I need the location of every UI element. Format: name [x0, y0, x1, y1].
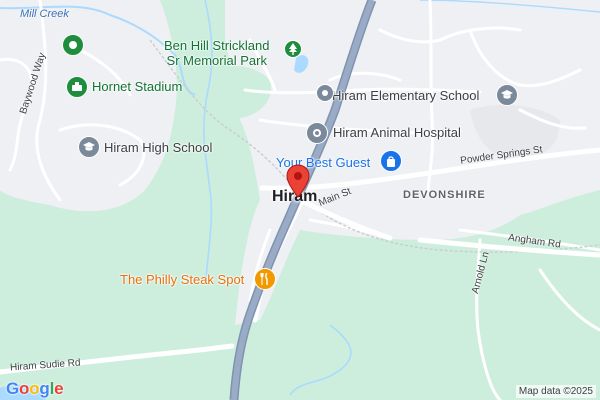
school-icon[interactable] [496, 84, 518, 106]
poi-ben-hill-park[interactable]: Ben Hill Strickland Sr Memorial Park [164, 38, 270, 68]
restaurant-icon[interactable] [254, 268, 276, 290]
poi-hiram-elementary-label[interactable]: Hiram Elementary School [332, 88, 479, 103]
logo-letter: g [39, 379, 50, 398]
stadium-icon[interactable] [66, 76, 88, 98]
poi-philly-steak-label[interactable]: The Philly Steak Spot [120, 272, 244, 287]
neighborhood-label: DEVONSHIRE [403, 189, 486, 201]
logo-letter: o [19, 379, 30, 398]
logo-letter: o [29, 379, 40, 398]
poi-hiram-high-school-label[interactable]: Hiram High School [104, 140, 212, 155]
google-logo[interactable]: Google [6, 379, 64, 399]
poi-hiram-animal-hospital-label[interactable]: Hiram Animal Hospital [333, 125, 461, 140]
place-marker-icon[interactable] [316, 84, 334, 102]
school-icon[interactable] [78, 136, 100, 158]
shopping-bag-icon[interactable] [380, 150, 402, 172]
poi-hornet-stadium-label[interactable]: Hornet Stadium [92, 79, 182, 94]
park-icon[interactable] [62, 34, 84, 56]
poi-ben-hill-park-label-line2: Sr Memorial Park [166, 53, 267, 68]
mill-creek-label: Mill Creek [20, 8, 69, 20]
logo-letter: e [54, 379, 64, 398]
logo-letter: G [6, 379, 20, 398]
tree-icon[interactable] [284, 40, 302, 58]
map-attribution[interactable]: Map data ©2025 [515, 385, 596, 398]
location-pin-icon[interactable] [286, 164, 310, 198]
map-view[interactable]: Mill Creek Baywood Way Powder Springs St… [0, 0, 600, 400]
medical-icon[interactable] [306, 122, 328, 144]
poi-ben-hill-park-label: Ben Hill Strickland [164, 38, 270, 53]
